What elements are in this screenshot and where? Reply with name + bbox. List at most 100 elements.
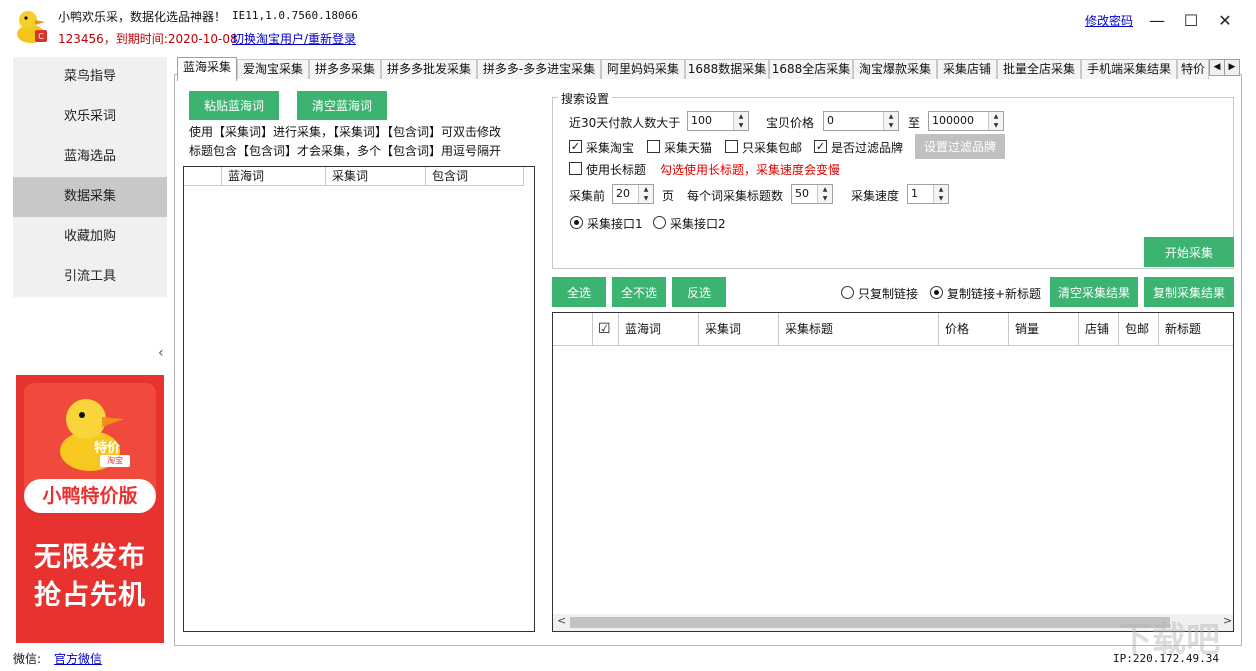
sidebar-item-favorites[interactable]: 收藏加购 [13,217,167,257]
filter-brand-checkbox[interactable]: ✓ [814,140,827,153]
minimize-icon[interactable]: — [1142,8,1172,32]
col-res-blue-word[interactable]: 蓝海词 [619,313,699,346]
copy-link-only-radio[interactable] [841,286,854,299]
tab-scroll-left-icon[interactable]: ◀ [1209,59,1225,76]
per-word-label: 每个词采集标题数 [687,189,784,203]
results-scroll-thumb[interactable] [570,617,1170,628]
buyers-input[interactable]: 100 ▲ ▼ [687,111,749,131]
col-res-store[interactable]: 店铺 [1079,313,1119,346]
search-settings-legend: 搜索设置 [558,90,613,107]
speed-spinner-icon[interactable]: ▲ ▼ [933,185,948,203]
price-max-input[interactable]: 100000 ▲ ▼ [928,111,1004,131]
select-all-button[interactable]: 全选 [552,277,606,307]
hint-line-2: 标题包含【包含词】才会采集，多个【包含词】用逗号隔开 [189,144,502,158]
long-title-checkbox[interactable] [569,162,582,175]
copy-link-title-label: 复制链接+新标题 [947,287,1042,301]
change-password-link[interactable]: 修改密码 [1085,12,1133,29]
keyword-grid[interactable]: 蓝海词 采集词 包含词 [183,166,535,632]
promo-line2: 抢占先机 [34,580,146,611]
tab-1688-store[interactable]: 1688全店采集 [769,59,853,79]
tab-ai-taobao[interactable]: 爱淘宝采集 [237,59,309,79]
per-word-spinner-icon[interactable]: ▲ ▼ [817,185,832,203]
taobao-checkbox[interactable]: ✓ [569,140,582,153]
version-label: IE11,1.0.7560.18066 [232,9,358,22]
col-blue-word[interactable]: 蓝海词 [222,167,326,186]
col-res-new-title[interactable]: 新标题 [1159,313,1233,346]
buyers-spinner-icon[interactable]: ▲ ▼ [733,112,748,130]
wechat-link[interactable]: 官方微信 [54,650,102,667]
col-collect-word[interactable]: 采集词 [326,167,426,186]
tab-alimama[interactable]: 阿里妈妈采集 [601,59,685,79]
sidebar-item-traffic-tools[interactable]: 引流工具 [13,257,167,297]
api1-radio[interactable] [570,216,583,229]
pages-input[interactable]: 20 ▲ ▼ [612,184,654,204]
price-min-input[interactable]: 0 ▲ ▼ [823,111,899,131]
free-shipping-checkbox-label: 只采集包邮 [742,141,803,155]
sidebar-item-data-collect[interactable]: 数据采集 [13,177,167,217]
switch-user-link[interactable]: 切换淘宝用户/重新登录 [232,30,356,47]
col-res-title[interactable]: 采集标题 [779,313,939,346]
maximize-icon[interactable]: ☐ [1176,8,1206,32]
wechat-label: 微信: [13,652,42,666]
watermark: 下载吧 [1118,620,1220,660]
start-collect-button[interactable]: 开始采集 [1144,237,1234,267]
tab-1688-data[interactable]: 1688数据采集 [685,59,769,79]
speed-input[interactable]: 1 ▲ ▼ [907,184,949,204]
tab-pdd-wholesale[interactable]: 拼多多批发采集 [381,59,477,79]
sidebar-item-blue-ocean[interactable]: 蓝海选品 [13,137,167,177]
price-min-spinner-icon[interactable]: ▲ ▼ [883,112,898,130]
col-res-collect-word[interactable]: 采集词 [699,313,779,346]
svg-text:C: C [38,32,44,41]
invert-selection-button[interactable]: 反选 [672,277,726,307]
select-all-checkbox-icon[interactable]: ☑ [593,313,619,346]
paste-keywords-button[interactable]: 粘贴蓝海词 [189,91,279,120]
tab-taobao-hot[interactable]: 淘宝爆款采集 [853,59,937,79]
price-max-spinner-icon[interactable]: ▲ ▼ [988,112,1003,130]
promo-banner[interactable]: 特价 淘宝 小鸭特价版 无限发布 抢占先机 [16,375,164,643]
copy-link-only-label: 只复制链接 [858,287,919,301]
pages-unit: 页 [662,189,675,203]
sidebar-collapse-icon[interactable]: ‹ [158,345,164,361]
close-icon[interactable]: ✕ [1210,8,1240,32]
api2-radio-label: 采集接口2 [670,217,726,231]
tmall-checkbox-label: 采集天猫 [664,141,713,155]
pages-spinner-icon[interactable]: ▲ ▼ [638,185,653,203]
col-res-free-ship[interactable]: 包邮 [1119,313,1159,346]
set-brand-filter-button[interactable]: 设置过滤品牌 [915,134,1005,159]
scroll-right-icon[interactable]: > [1223,614,1232,627]
col-res-price[interactable]: 价格 [939,313,1009,346]
price-to-label: 至 [908,116,921,130]
tab-special-price[interactable]: 特价 [1177,59,1209,79]
api2-radio[interactable] [653,216,666,229]
pages-label: 采集前 [569,189,606,203]
tmall-checkbox[interactable] [647,140,660,153]
long-title-checkbox-label: 使用长标题 [586,163,647,177]
copy-results-button[interactable]: 复制采集结果 [1144,277,1234,307]
col-res-sales[interactable]: 销量 [1009,313,1079,346]
tab-batch-store[interactable]: 批量全店采集 [997,59,1081,79]
free-shipping-checkbox[interactable] [725,140,738,153]
tab-blue-ocean[interactable]: 蓝海采集 [177,57,237,81]
promo-badge: 特价 [94,441,121,456]
col-include-word[interactable]: 包含词 [426,167,524,186]
tab-pdd-duoduo[interactable]: 拼多多-多多进宝采集 [477,59,601,79]
app-title: 小鸭欢乐采，数据化选品神器！ [58,10,227,24]
duck-logo-icon: C [17,11,47,43]
scroll-left-icon[interactable]: < [557,614,566,627]
clear-results-button[interactable]: 清空采集结果 [1050,277,1138,307]
select-none-button[interactable]: 全不选 [612,277,666,307]
results-grid[interactable]: ☑ 蓝海词 采集词 采集标题 价格 销量 店铺 包邮 新标题 [552,312,1234,632]
tab-scroll-right-icon[interactable]: ▶ [1224,59,1240,76]
copy-link-title-radio[interactable] [930,286,943,299]
per-word-input[interactable]: 50 ▲ ▼ [791,184,833,204]
sidebar-item-guide[interactable]: 菜鸟指导 [13,57,167,97]
clear-keywords-button[interactable]: 清空蓝海词 [297,91,387,120]
sidebar-item-words[interactable]: 欢乐采词 [13,97,167,137]
tab-mobile-results[interactable]: 手机端采集结果 [1081,59,1177,79]
tab-strip: 蓝海采集 爱淘宝采集 拼多多采集 拼多多批发采集 拼多多-多多进宝采集 阿里妈妈… [174,57,1242,81]
price-label: 宝贝价格 [766,116,815,130]
taobao-checkbox-label: 采集淘宝 [586,141,635,155]
tab-collect-store[interactable]: 采集店铺 [937,59,997,79]
title-bar: C 小鸭欢乐采，数据化选品神器！ IE11,1.0.7560.18066 123… [0,0,1256,50]
tab-pdd[interactable]: 拼多多采集 [309,59,381,79]
